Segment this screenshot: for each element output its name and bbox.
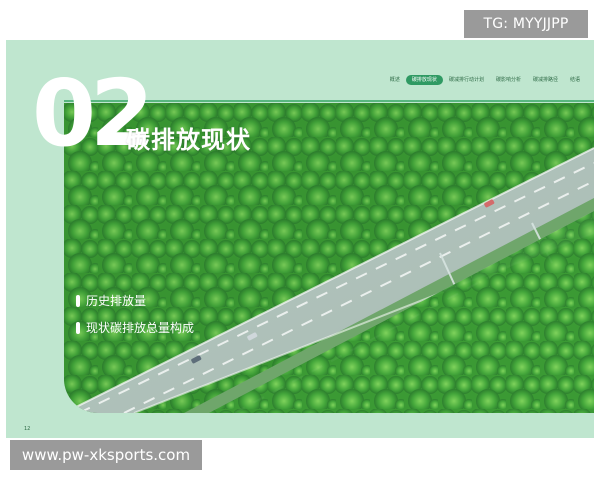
bullet-text: 历史排放量 [86, 294, 147, 308]
nav-item-conclusion[interactable]: 结语 [564, 75, 586, 85]
nav-item-action-plan[interactable]: 碳减排行动计划 [443, 75, 490, 85]
watermark-top: TG: MYYJJPP [464, 10, 588, 38]
page-number: 12 [24, 426, 31, 432]
nav-item-impact[interactable]: 碳影响分析 [490, 75, 527, 85]
bullet-item: 现状碳排放总量构成 [76, 319, 194, 336]
section-title: 碳排放现状 [126, 126, 251, 154]
nav-item-overview[interactable]: 概述 [384, 75, 406, 85]
bullet-text: 现状碳排放总量构成 [86, 321, 195, 335]
bullet-item: 历史排放量 [76, 292, 194, 309]
bullet-marker [76, 321, 80, 334]
watermark-bottom: www.pw-xksports.com [10, 440, 202, 470]
nav-item-current-status[interactable]: 碳排放现状 [405, 75, 443, 85]
nav-item-path[interactable]: 碳减排路径 [527, 75, 564, 85]
page: TG: MYYJJPP 概述 碳排放现状 碳减排行动计划 碳影响分析 碳减排路径… [0, 0, 600, 480]
slide-nav: 概述 碳排放现状 碳减排行动计划 碳影响分析 碳减排路径 结语 [334, 74, 594, 86]
presentation-slide: 概述 碳排放现状 碳减排行动计划 碳影响分析 碳减排路径 结语 02 碳排放现状… [6, 40, 594, 438]
bullet-list: 历史排放量 现状碳排放总量构成 [76, 292, 194, 346]
bullet-marker [76, 294, 80, 307]
